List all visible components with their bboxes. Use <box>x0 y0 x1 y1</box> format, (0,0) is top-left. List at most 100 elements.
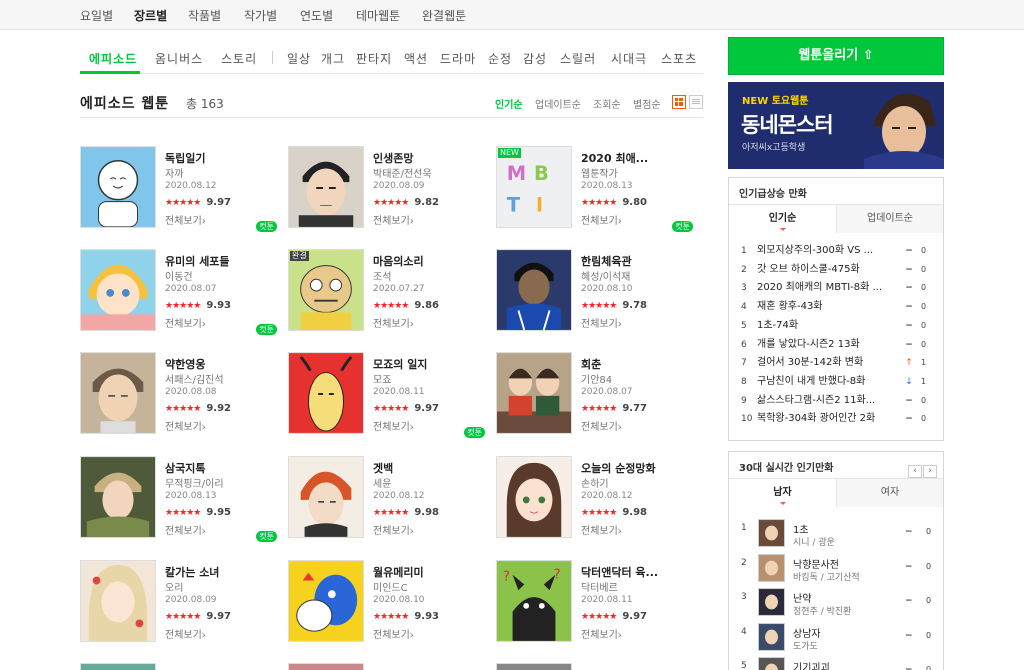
realtime-title[interactable]: 난약 <box>793 590 811 605</box>
ranking-title[interactable]: 외모지상주의-300화 VS ... <box>757 242 917 260</box>
view-all-link[interactable]: 전체보기› <box>165 626 206 641</box>
thumbnail[interactable] <box>80 456 156 538</box>
thumbnail[interactable] <box>496 663 572 670</box>
nav-theme[interactable]: 테마웹툰 <box>356 7 400 24</box>
card-title[interactable]: 2020 최애... <box>581 150 696 166</box>
nav-genre[interactable]: 장르별 <box>134 7 167 24</box>
webtoon-card[interactable]: 인생존망 박태준/전선욱 2020.08.09 ★★★★★ 9.82 전체보기› <box>288 146 488 236</box>
view-all-link[interactable]: 전체보기› <box>373 315 414 330</box>
next-arrow-icon[interactable]: › <box>923 465 937 478</box>
view-all-link[interactable]: 전체보기› <box>165 418 206 433</box>
realtime-row[interactable]: 1 1초 시니 / 광운 − 0 <box>729 519 943 554</box>
thumbnail[interactable] <box>288 663 364 670</box>
thumbnail[interactable] <box>80 249 156 331</box>
ranking-row[interactable]: 7 걸어서 30분-142화 변화 ↑ 1 <box>729 354 943 372</box>
view-all-link[interactable]: 전체보기› <box>373 418 414 433</box>
thumbnail[interactable] <box>758 622 785 651</box>
view-all-link[interactable]: 전체보기› <box>165 212 206 227</box>
genre-tab-omnibus[interactable]: 옴니버스 <box>155 50 203 67</box>
sort-rating[interactable]: 별점순 <box>633 96 661 111</box>
card-title[interactable]: 인생존망 <box>373 150 488 166</box>
view-all-link[interactable]: 전체보기› <box>373 522 414 537</box>
nav-author[interactable]: 작가별 <box>244 7 277 24</box>
webtoon-card[interactable]: ?? 닥터앤닥터 육... 닥터베르 2020.08.11 ★★★★★ 9.97 … <box>496 560 696 650</box>
promo-banner[interactable]: NEW 토요웹툰 동네몬스터 아저씨x고등학생 <box>728 82 944 169</box>
ranking-title[interactable]: 1초-74화 <box>757 317 917 335</box>
ranking-row[interactable]: 2 갓 오브 하이스쿨-475화 −0 <box>729 261 943 279</box>
thumbnail[interactable]: MBTI <box>496 146 572 228</box>
thumbnail[interactable] <box>288 456 364 538</box>
genre-tab-action[interactable]: 액션 <box>404 50 428 67</box>
thumbnail[interactable] <box>80 663 156 670</box>
card-title[interactable]: 유미의 세포들 <box>165 253 280 269</box>
nav-completed[interactable]: 완결웹툰 <box>422 7 466 24</box>
sort-update[interactable]: 업데이트순 <box>535 96 581 111</box>
view-all-link[interactable]: 전체보기› <box>581 418 622 433</box>
thumbnail[interactable] <box>80 146 156 228</box>
card-title[interactable]: 칼가는 소녀 <box>165 564 280 580</box>
thumbnail[interactable] <box>288 352 364 434</box>
genre-tab-daily[interactable]: 일상 <box>287 50 311 67</box>
thumbnail[interactable] <box>758 553 785 582</box>
realtime-row[interactable]: 2 낙향문사전 바킹독 / 고기산적 − 0 <box>729 553 943 589</box>
card-title[interactable]: 오늘의 순정망화 <box>581 460 696 476</box>
webtoon-card[interactable]: 회춘 기안84 2020.08.07 ★★★★★ 9.77 전체보기› <box>496 352 696 442</box>
webtoon-card[interactable]: 칼가는 소녀 오리 2020.08.09 ★★★★★ 9.97 전체보기› <box>80 560 280 650</box>
thumbnail[interactable] <box>80 560 156 642</box>
card-title[interactable]: 월유메리미 <box>373 564 488 580</box>
realtime-title[interactable]: 1초 <box>793 521 809 536</box>
ranking-title[interactable]: 개를 낳았다-시즌2 13화 <box>757 336 917 354</box>
ranking-row[interactable]: 5 1초-74화 −0 <box>729 317 943 335</box>
ranking-row[interactable]: 3 2020 최애캐의 MBTI-8화 ... −0 <box>729 279 943 297</box>
genre-tab-gag[interactable]: 개그 <box>321 50 345 67</box>
thumbnail[interactable] <box>758 588 785 616</box>
view-all-link[interactable]: 전체보기› <box>581 212 622 227</box>
upload-webtoon-button[interactable]: 웹툰올리기 ⇧ <box>728 37 944 75</box>
view-all-link[interactable]: 전체보기› <box>581 626 622 641</box>
card-title[interactable]: 마음의소리 <box>373 253 488 269</box>
card-title[interactable]: 회춘 <box>581 356 696 372</box>
realtime-title[interactable]: 상남자 <box>793 625 821 640</box>
card-title[interactable]: 약한영웅 <box>165 356 280 372</box>
card-title[interactable]: 한림체육관 <box>581 253 696 269</box>
card-title[interactable]: 모죠의 일지 <box>373 356 488 372</box>
genre-tab-thriller[interactable]: 스릴러 <box>560 50 596 67</box>
genre-tab-story[interactable]: 스토리 <box>221 50 257 67</box>
card-title[interactable]: 삼국지톡 <box>165 460 280 476</box>
webtoon-card[interactable]: 겟백 세윤 2020.08.12 ★★★★★ 9.98 전체보기› <box>288 456 488 546</box>
genre-tab-drama[interactable]: 드라마 <box>440 50 476 67</box>
view-all-link[interactable]: 전체보기› <box>581 315 622 330</box>
ranking-row[interactable]: 6 개를 낳았다-시즌2 13화 −0 <box>729 336 943 354</box>
view-all-link[interactable]: 전체보기› <box>165 315 206 330</box>
list-view-icon[interactable] <box>689 95 703 109</box>
tab-update[interactable]: 업데이트순 <box>836 205 943 233</box>
tab-female[interactable]: 여자 <box>836 479 943 507</box>
sort-views[interactable]: 조회순 <box>593 96 621 111</box>
ranking-row[interactable]: 4 재혼 황후-43화 −0 <box>729 298 943 316</box>
ranking-title[interactable]: 재혼 황후-43화 <box>757 298 917 316</box>
nav-weekday[interactable]: 요일별 <box>80 7 113 24</box>
view-all-link[interactable]: 전체보기› <box>373 626 414 641</box>
webtoon-card[interactable]: MBTI NEW 컷툰 2020 최애... 웹툰작가 2020.08.13 ★… <box>496 146 696 236</box>
webtoon-card[interactable]: 월유메리미 미인드C 2020.08.10 ★★★★★ 9.93 전체보기› <box>288 560 488 650</box>
genre-tab-sports[interactable]: 스포츠 <box>661 50 697 67</box>
card-title[interactable]: 겟백 <box>373 460 488 476</box>
webtoon-card[interactable]: 한림체육관 혜성/이석재 2020.08.10 ★★★★★ 9.78 전체보기› <box>496 249 696 339</box>
thumbnail[interactable] <box>288 146 364 228</box>
view-all-link[interactable]: 전체보기› <box>165 522 206 537</box>
webtoon-card[interactable]: 컷툰 독립일기 자까 2020.08.12 ★★★★★ 9.97 전체보기› <box>80 146 280 236</box>
grid-view-icon[interactable] <box>672 95 686 109</box>
webtoon-card[interactable]: 완결 마음의소리 조석 2020.07.27 ★★★★★ 9.86 전체보기› <box>288 249 488 339</box>
thumbnail[interactable] <box>496 352 572 434</box>
thumbnail[interactable] <box>288 560 364 642</box>
thumbnail[interactable] <box>758 519 785 547</box>
realtime-title[interactable]: 낙향문사전 <box>793 556 839 571</box>
nav-year[interactable]: 연도별 <box>300 7 333 24</box>
webtoon-card[interactable]: 컷툰 삼국지톡 무적핑크/이리 2020.08.13 ★★★★★ 9.95 전체보… <box>80 456 280 546</box>
ranking-title[interactable]: 걸어서 30분-142화 변화 <box>757 354 917 372</box>
thumbnail[interactable] <box>496 456 572 538</box>
webtoon-card[interactable]: 오늘의 순정망화 손하기 2020.08.12 ★★★★★ 9.98 전체보기› <box>496 456 696 546</box>
ranking-title[interactable]: 복학왕-304화 광어인간 2화 <box>757 410 917 428</box>
genre-tab-historical[interactable]: 시대극 <box>611 50 647 67</box>
thumbnail[interactable] <box>496 249 572 331</box>
